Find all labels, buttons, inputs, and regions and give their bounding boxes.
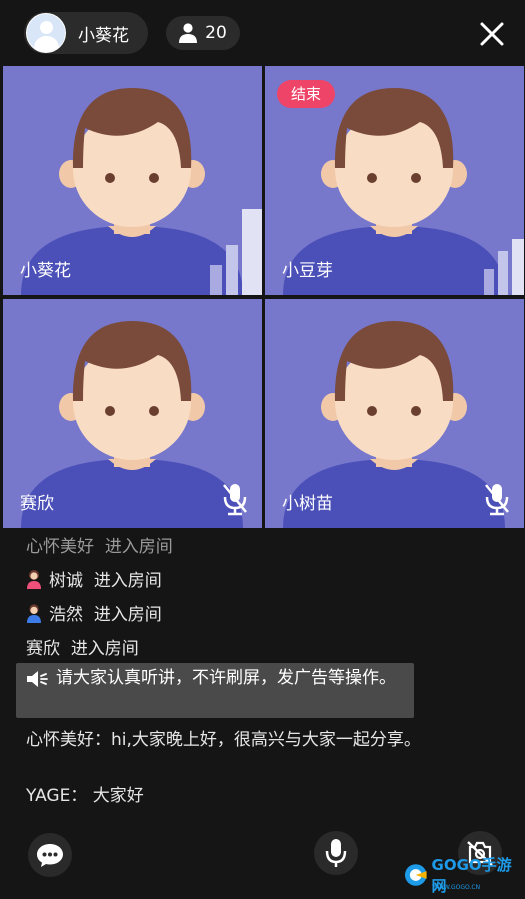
viewer-count[interactable]: 20 [166,16,240,50]
video-tile[interactable]: 小树苗 [265,299,524,528]
chat-message: 浩然 进入房间 [26,600,162,625]
mic-muted-icon[interactable] [484,482,510,516]
mic-muted-icon[interactable] [222,482,248,516]
chat-text: 进入房间 [93,571,162,591]
participant-name: 小豆芽 [282,261,333,281]
announcement-text: 请大家认真听讲，不许刷屏，发广告等操作。 [56,668,396,688]
chat-message: 赛欣 进入房间 [26,634,139,659]
gogo-logo-icon [404,864,427,886]
participant-name: 小树苗 [282,494,333,514]
video-tile[interactable]: 小葵花 [3,66,262,295]
avatar-icon[interactable] [26,13,66,53]
chat-message: 心怀美好 进入房间 [26,532,173,557]
participant-name: 小葵花 [20,261,71,281]
end-badge[interactable]: 结束 [277,80,336,108]
mic-button[interactable] [314,831,358,875]
chat-text: 进入房间 [104,537,173,557]
close-icon[interactable] [476,18,508,50]
chat-button[interactable] [28,833,72,877]
chat-message: YAGE： 大家好 [26,786,144,806]
host-info[interactable]: 小葵花 [24,12,148,54]
announcement-banner: 请大家认真听讲，不许刷屏，发广告等操作。 [16,663,414,718]
chat-text: 进入房间 [93,605,162,625]
chat-messages[interactable]: 心怀美好 进入房间 树诚 进入房间 浩然 进入房间 赛欣 进入房间 请大家认真听… [0,528,525,818]
person-icon [179,23,198,43]
chat-user: 树诚 [49,571,83,591]
room-header: 小葵花 20 [0,0,525,66]
host-name: 小葵花 [78,25,129,46]
chat-user: 赛欣 [26,639,60,659]
viewer-count-number: 20 [205,23,227,43]
video-tile[interactable]: 赛欣 [3,299,262,528]
chat-message: 树诚 进入房间 [26,566,162,591]
participant-name: 赛欣 [20,494,54,514]
volume-bars-icon [210,209,262,295]
chat-bubble-icon [37,844,63,867]
chat-text: 进入房间 [70,639,139,659]
female-user-icon [27,569,41,589]
male-user-icon [27,603,41,623]
video-grid: 小葵花 结束 小豆芽 赛欣 小树苗 [3,66,524,528]
chat-user: 心怀美好 [26,537,94,557]
volume-bars-icon [484,239,524,295]
video-tile[interactable]: 结束 小豆芽 [265,66,524,295]
microphone-icon [325,839,347,867]
watermark-url: WWW.GOGO.CN [432,884,481,891]
chat-message: 心怀美好：hi,大家晚上好，很高兴与大家一起分享。 [26,730,421,750]
chat-user: 浩然 [49,605,83,625]
